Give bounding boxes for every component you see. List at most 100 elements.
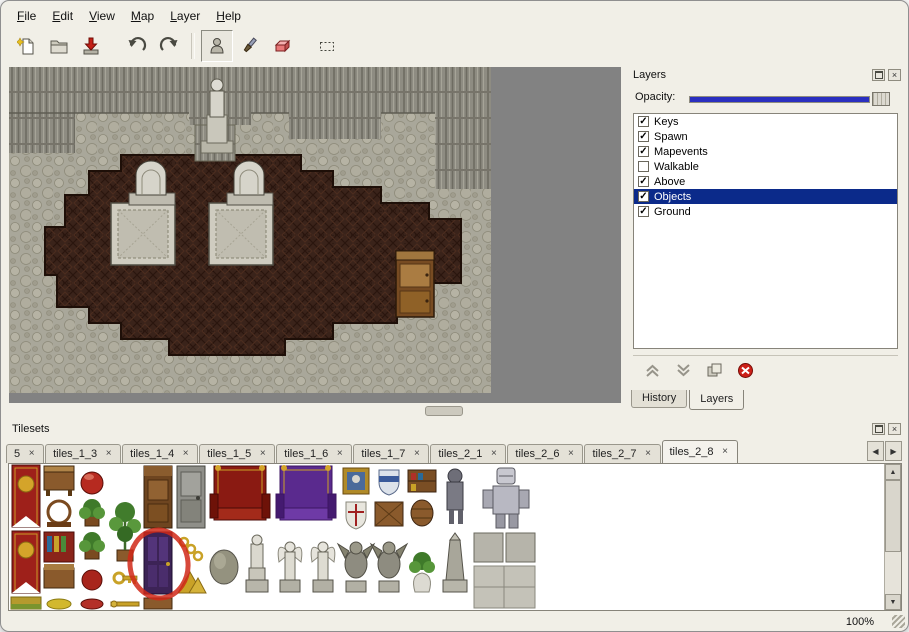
layer-checkbox[interactable]: ✓ [638, 116, 649, 127]
arrow-right-icon: ▶ [890, 447, 896, 456]
arrow-left-icon: ◀ [872, 447, 878, 456]
layers-toolbar [633, 355, 898, 384]
tab-close-icon[interactable]: × [721, 447, 730, 457]
eraser-tool-button[interactable] [265, 30, 297, 62]
open-folder-button[interactable] [43, 30, 75, 62]
rect-select-tool-button[interactable] [311, 30, 343, 62]
layers-float-button[interactable] [872, 69, 885, 81]
tab-close-icon[interactable]: × [258, 449, 267, 459]
tab-label: tiles_2_6 [515, 448, 559, 460]
opacity-label: Opacity: [635, 91, 675, 103]
tab-close-icon[interactable]: × [412, 449, 421, 459]
stamp-tool-icon [207, 36, 227, 56]
layer-name: Mapevents [654, 146, 708, 158]
rect-select-tool-icon [317, 36, 337, 56]
layer-checkbox[interactable]: ✓ [638, 146, 649, 157]
opacity-slider[interactable] [689, 96, 870, 103]
tab-close-icon[interactable]: × [644, 449, 653, 459]
toolbar-separator [191, 33, 195, 59]
scroll-up-button[interactable]: ▲ [885, 464, 901, 480]
save-button[interactable] [75, 30, 107, 62]
layer-row-spawn[interactable]: ✓ Spawn [634, 129, 897, 144]
layer-name: Objects [654, 191, 691, 203]
layer-delete-button[interactable] [734, 359, 756, 381]
undo-icon [127, 36, 147, 56]
map-canvas[interactable] [9, 67, 491, 393]
layer-checkbox[interactable]: ✓ [638, 191, 649, 202]
tab-history[interactable]: History [631, 390, 687, 408]
float-icon [875, 425, 883, 433]
tab-scroll-right-button[interactable]: ▶ [885, 441, 902, 461]
layer-duplicate-button[interactable] [703, 359, 725, 381]
splitter-handle[interactable] [425, 406, 463, 416]
tile-red-throne [210, 465, 270, 520]
layer-row-keys[interactable]: ✓ Keys [634, 114, 897, 129]
opacity-slider-fill [690, 97, 869, 102]
tab-close-icon[interactable]: × [489, 449, 498, 459]
delete-icon [736, 361, 755, 380]
redo-button[interactable] [153, 30, 185, 62]
layer-row-mapevents[interactable]: ✓ Mapevents [634, 144, 897, 159]
tileset-image[interactable] [9, 464, 539, 610]
menu-map[interactable]: Map [123, 6, 162, 26]
new-file-button[interactable] [11, 30, 43, 62]
resize-grip[interactable] [892, 615, 905, 628]
tab-label: tiles_1_7 [361, 448, 405, 460]
tilesets-close-button[interactable]: × [888, 423, 901, 435]
tab-close-icon[interactable]: × [566, 449, 575, 459]
tile-angel-statue [278, 542, 335, 592]
menu-edit[interactable]: Edit [44, 6, 81, 26]
tileset-tab-tiles_1_4[interactable]: tiles_1_4 × [122, 444, 198, 463]
tileset-tab-tiles_2_8[interactable]: tiles_2_8 × [662, 440, 738, 463]
tileset-tab-tiles_2_1[interactable]: tiles_2_1 × [430, 444, 506, 463]
layer-move-down-button[interactable] [672, 359, 694, 381]
layer-row-above[interactable]: ✓ Above [634, 174, 897, 189]
tab-scroll-left-button[interactable]: ◀ [867, 441, 884, 461]
menu-help[interactable]: Help [208, 6, 249, 26]
tab-close-icon[interactable]: × [104, 449, 113, 459]
stamp-tool-button[interactable] [201, 30, 233, 62]
opacity-slider-handle[interactable] [872, 92, 890, 106]
tileset-tab-tiles_2_6[interactable]: tiles_2_6 × [507, 444, 583, 463]
tileset-tab-tiles_1_6[interactable]: tiles_1_6 × [276, 444, 352, 463]
scrollbar-thumb[interactable] [885, 480, 901, 552]
tilesets-panel-title: Tilesets [6, 423, 872, 435]
layer-checkbox[interactable] [638, 161, 649, 172]
layer-move-up-button[interactable] [641, 359, 663, 381]
tileset-tab-tiles_2_7[interactable]: tiles_2_7 × [584, 444, 660, 463]
scroll-down-button[interactable]: ▼ [885, 594, 901, 610]
menu-layer[interactable]: Layer [162, 6, 208, 26]
tileset-scrollbar[interactable]: ▲ ▼ [884, 464, 901, 610]
undo-button[interactable] [121, 30, 153, 62]
map-canvas-area[interactable] [9, 67, 621, 403]
tile-brown-cabinet [144, 466, 172, 528]
tilesets-float-button[interactable] [872, 423, 885, 435]
new-file-icon [17, 36, 37, 56]
layer-checkbox[interactable]: ✓ [638, 176, 649, 187]
tileset-tab-tiles_1_5[interactable]: tiles_1_5 × [199, 444, 275, 463]
layer-row-walkable[interactable]: Walkable [634, 159, 897, 174]
tileset-tab-tiles_1_3[interactable]: tiles_1_3 × [45, 444, 121, 463]
tile-pots-plants [79, 472, 105, 609]
brush-tool-button[interactable] [233, 30, 265, 62]
menu-file[interactable]: File [9, 6, 44, 26]
layer-row-objects[interactable]: ✓ Objects [634, 189, 897, 204]
arrow-up-icon: ▲ [890, 469, 897, 476]
tab-label: tiles_1_6 [284, 448, 328, 460]
tileset-tab-5[interactable]: 5 × [6, 444, 44, 463]
layers-close-button[interactable]: × [888, 69, 901, 81]
move-down-icon [674, 361, 693, 380]
layer-checkbox[interactable]: ✓ [638, 131, 649, 142]
tab-close-icon[interactable]: × [181, 449, 190, 459]
tile-wooden-furniture [44, 466, 74, 609]
tileset-view[interactable]: ▲ ▼ [8, 463, 902, 611]
tab-layers[interactable]: Layers [689, 390, 744, 410]
tileset-tab-tiles_1_7[interactable]: tiles_1_7 × [353, 444, 429, 463]
tab-label: tiles_2_8 [670, 446, 714, 458]
opacity-row: Opacity: [627, 87, 904, 109]
tab-close-icon[interactable]: × [335, 449, 344, 459]
tab-close-icon[interactable]: × [27, 449, 36, 459]
layer-row-ground[interactable]: ✓ Ground [634, 204, 897, 219]
menu-view[interactable]: View [81, 6, 123, 26]
layer-checkbox[interactable]: ✓ [638, 206, 649, 217]
